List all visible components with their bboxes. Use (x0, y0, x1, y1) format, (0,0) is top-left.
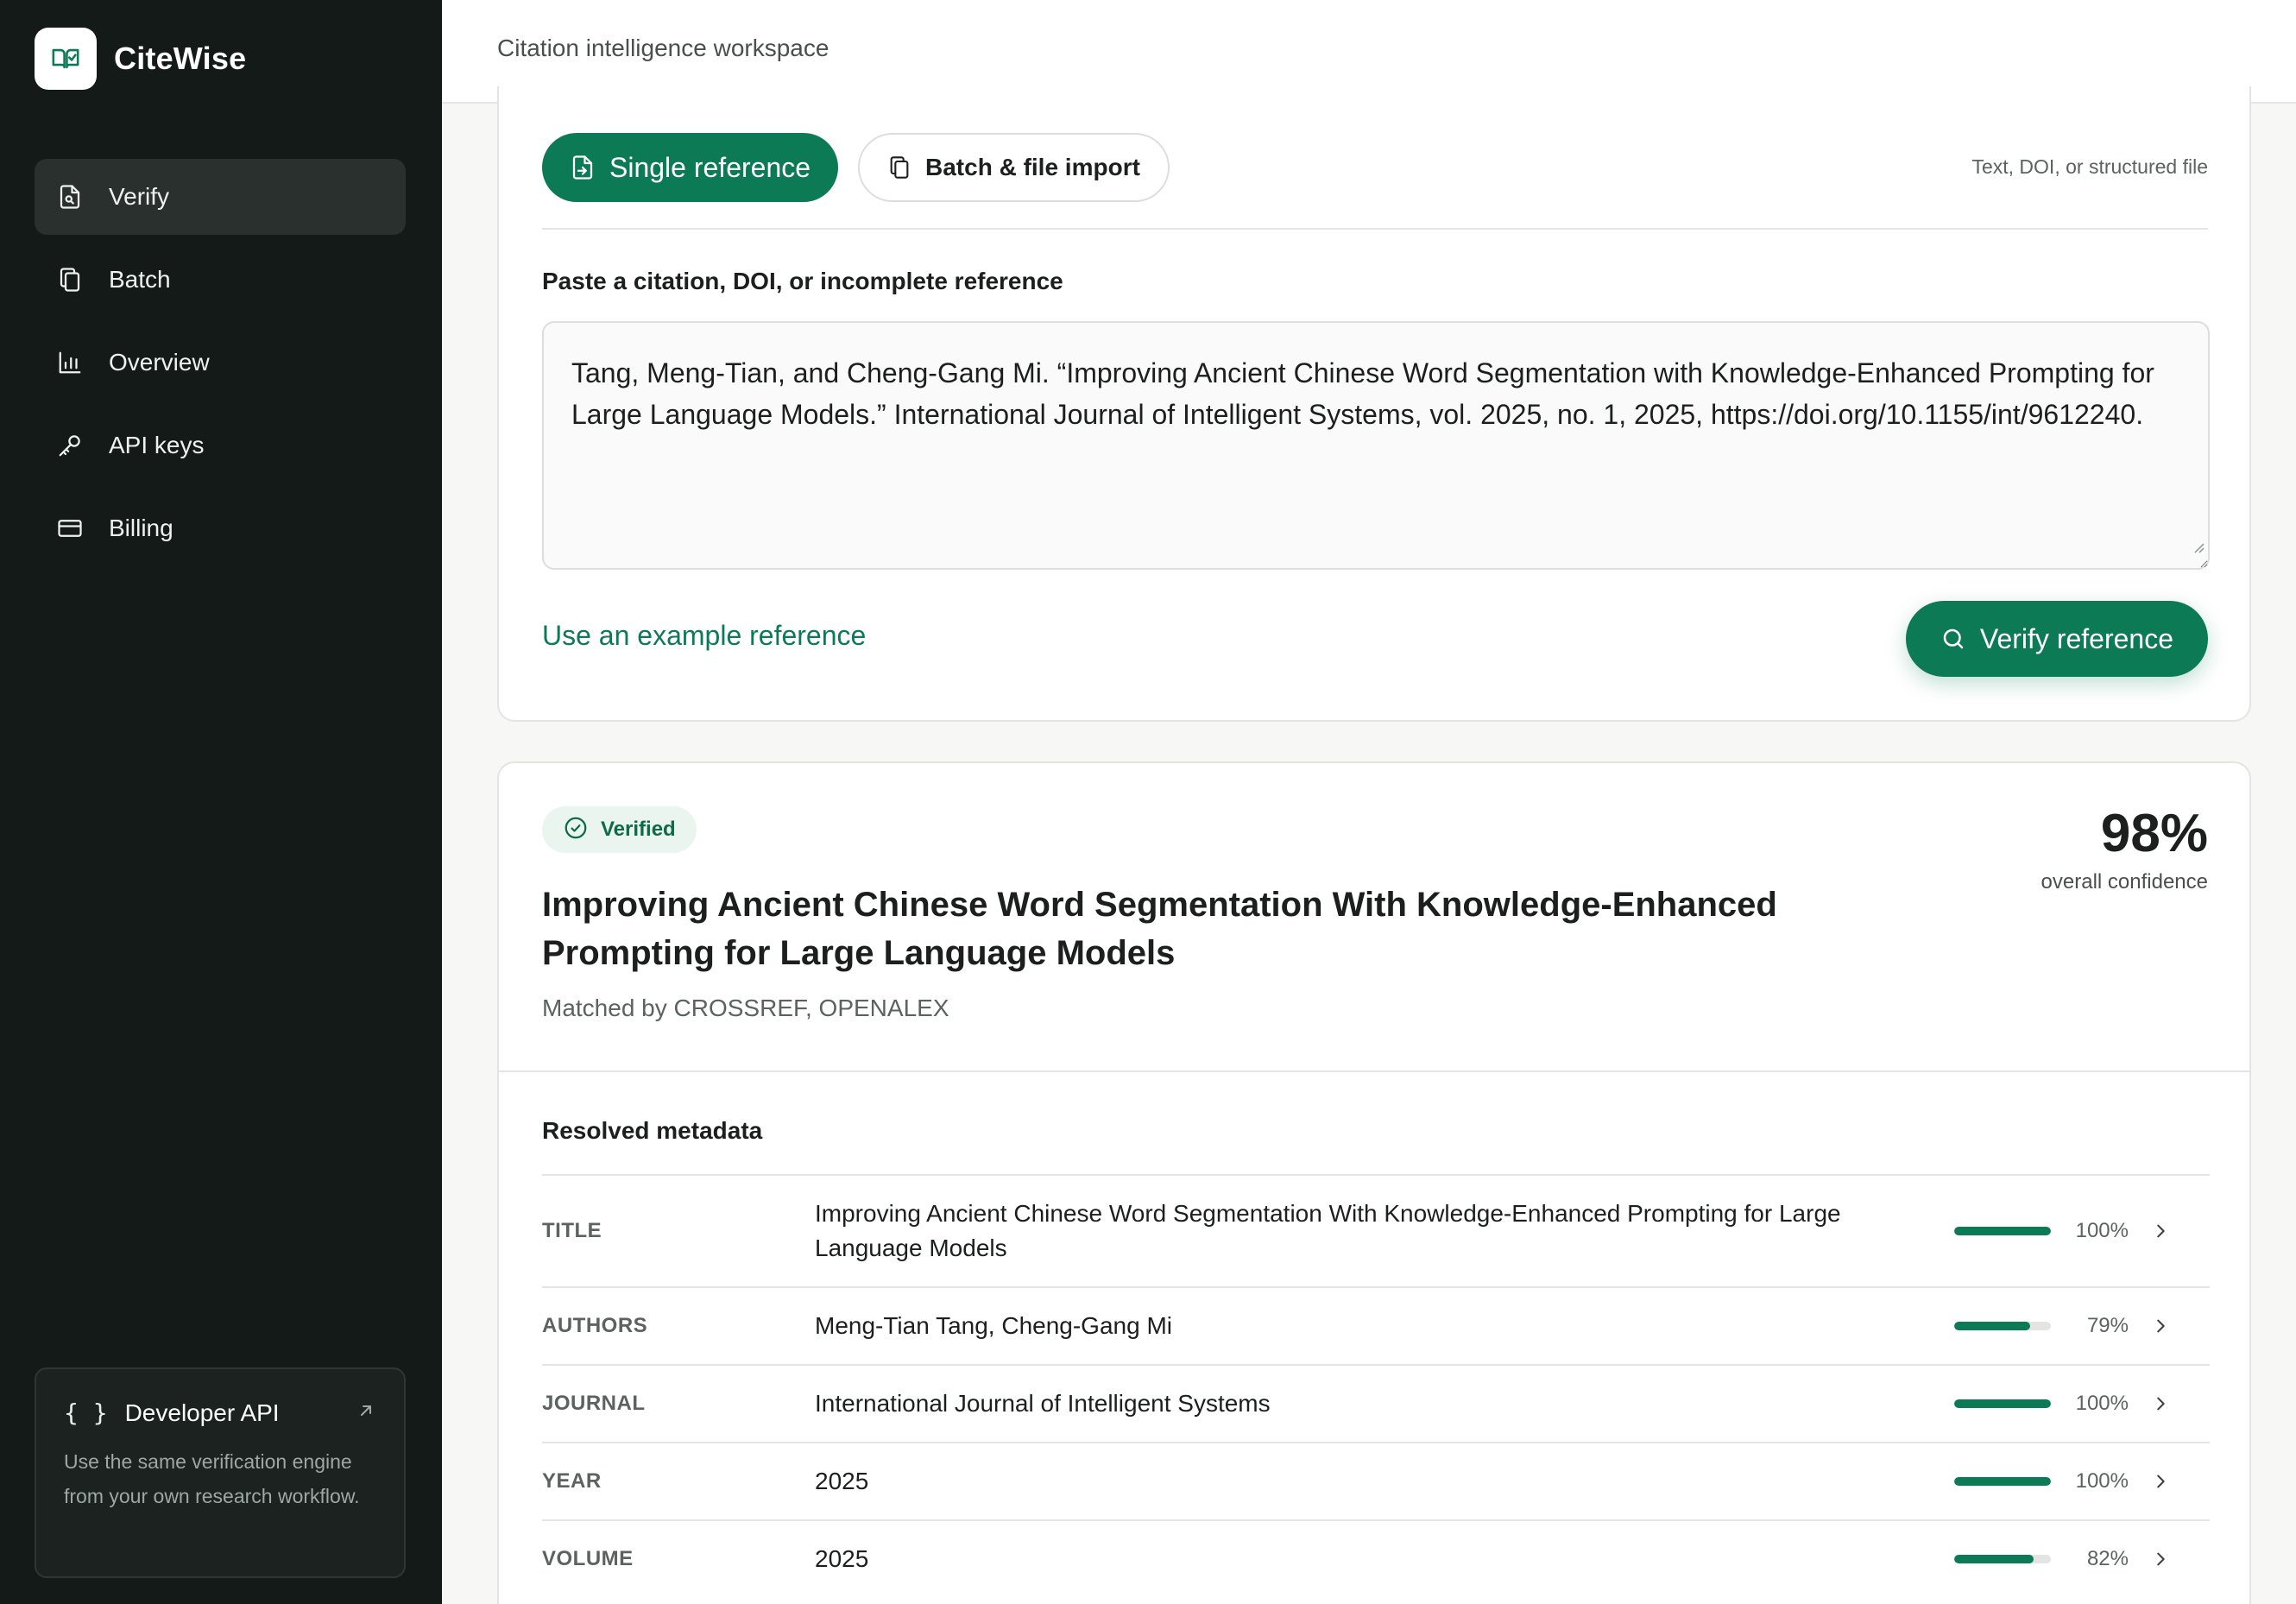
metadata-value: 2025 (815, 1468, 869, 1494)
metadata-key: JOURNAL (542, 1392, 646, 1415)
sidebar-item-label: Billing (109, 515, 173, 541)
app-name: CiteWise (114, 41, 247, 76)
confidence-bar-fill (1954, 1555, 2034, 1563)
developer-api-card[interactable]: { } Developer API Use the same verificat… (35, 1367, 406, 1578)
verify-reference-button[interactable]: Verify reference (1905, 601, 2208, 677)
citation-text: Tang, Meng-Tian, and Cheng-Gang Mi. “Imp… (571, 357, 2154, 430)
confidence-bar-fill (1954, 1322, 2031, 1330)
tab-label: Single reference (609, 151, 811, 183)
metadata-key: VOLUME (542, 1547, 634, 1570)
metadata-key: AUTHORS (542, 1314, 648, 1337)
confidence-percent: 82% (2086, 1547, 2129, 1570)
sidebar-item-verify[interactable]: Verify (35, 159, 406, 235)
braces-icon: { } (64, 1399, 108, 1427)
metadata-row-year[interactable]: YEAR 2025 100% (542, 1442, 2210, 1519)
confidence-bar-fill (1954, 1399, 2051, 1408)
developer-api-header: { } Developer API (64, 1399, 376, 1427)
chevron-right-icon[interactable] (2151, 1472, 2170, 1491)
sidebar-item-label: Batch (109, 266, 171, 293)
confidence-bar (1954, 1227, 2051, 1235)
metadata-row-journal[interactable]: JOURNAL International Journal of Intelli… (542, 1364, 2210, 1442)
confidence-percent: 100% (2075, 1392, 2129, 1415)
external-arrow-icon[interactable] (356, 1400, 376, 1425)
use-example-link[interactable]: Use an example reference (542, 620, 866, 652)
metadata-value: 2025 (815, 1545, 869, 1572)
divider (542, 228, 2208, 230)
sidebar-item-billing[interactable]: Billing (35, 490, 406, 566)
page-title: Citation intelligence workspace (497, 35, 829, 61)
copy-documents-icon (887, 155, 911, 180)
matched-title: Improving Ancient Chinese Word Segmentat… (542, 886, 1777, 972)
tab-single-reference[interactable]: Single reference (542, 133, 839, 202)
matched-sources: Matched by CROSSREF, OPENALEX (542, 995, 949, 1021)
confidence-bar (1954, 1399, 2051, 1408)
check-circle-icon (563, 815, 589, 845)
sidebar-nav: Verify Batch Overview API keys Billing (35, 159, 406, 573)
chevron-right-icon[interactable] (2151, 1317, 2170, 1336)
metadata-heading: Resolved metadata (542, 1117, 763, 1144)
search-icon (1940, 626, 1966, 652)
key-icon (55, 431, 85, 460)
sidebar-item-overview[interactable]: Overview (35, 325, 406, 401)
status-text: Verified (601, 818, 676, 841)
sidebar-item-api-keys[interactable]: API keys (35, 407, 406, 483)
resize-handle-icon[interactable] (2191, 523, 2205, 565)
input-hint: Text, DOI, or structured file (1971, 155, 2208, 178)
chevron-right-icon[interactable] (2151, 1550, 2170, 1569)
sidebar: CiteWise Verify Batch Overview API keys … (0, 0, 442, 1604)
confidence-bar-fill (1954, 1477, 2051, 1486)
divider (499, 1070, 2249, 1072)
copy-documents-icon (55, 265, 85, 294)
credit-card-icon (55, 514, 85, 543)
confidence-percent: 100% (2075, 1219, 2129, 1242)
metadata-row-volume[interactable]: VOLUME 2025 82% (542, 1519, 2210, 1597)
tab-label: Batch & file import (925, 154, 1140, 180)
reference-input-card: Single reference Batch & file import Tex… (497, 86, 2251, 722)
metadata-key: TITLE (542, 1219, 602, 1242)
developer-api-description: Use the same verification engine from yo… (64, 1450, 360, 1507)
verify-button-label: Verify reference (1979, 622, 2173, 654)
confidence-bar (1954, 1555, 2051, 1563)
document-arrow-icon (570, 155, 596, 180)
confidence-bar-fill (1954, 1227, 2051, 1235)
metadata-row-title[interactable]: TITLE Improving Ancient Chinese Word Seg… (542, 1174, 2210, 1286)
open-book-check-icon (35, 28, 97, 90)
metadata-value: Improving Ancient Chinese Word Segmentat… (815, 1200, 1841, 1261)
chevron-right-icon[interactable] (2151, 1394, 2170, 1413)
bar-chart-icon (55, 348, 85, 377)
status-badge: Verified (542, 806, 697, 853)
tab-batch-file-import[interactable]: Batch & file import (858, 133, 1170, 202)
metadata-row-authors[interactable]: AUTHORS Meng-Tian Tang, Cheng-Gang Mi 79… (542, 1286, 2210, 1364)
overall-confidence-value: 98% (2100, 804, 2208, 863)
developer-api-title: Developer API (124, 1399, 280, 1426)
citation-textarea[interactable]: Tang, Meng-Tian, and Cheng-Gang Mi. “Imp… (542, 321, 2210, 570)
metadata-key: YEAR (542, 1469, 602, 1493)
overall-confidence-label: overall confidence (2041, 870, 2208, 894)
confidence-percent: 100% (2075, 1469, 2129, 1493)
sidebar-item-label: Overview (109, 349, 210, 376)
document-check-icon (55, 182, 85, 212)
metadata-value: Meng-Tian Tang, Cheng-Gang Mi (815, 1312, 1172, 1339)
metadata-table: TITLE Improving Ancient Chinese Word Seg… (542, 1174, 2210, 1597)
confidence-bar (1954, 1322, 2051, 1330)
brand[interactable]: CiteWise (35, 28, 246, 90)
sidebar-item-label: API keys (109, 432, 205, 458)
chevron-right-icon[interactable] (2151, 1222, 2170, 1241)
confidence-percent: 79% (2086, 1314, 2129, 1337)
sidebar-item-batch[interactable]: Batch (35, 242, 406, 318)
metadata-value: International Journal of Intelligent Sys… (815, 1390, 1271, 1417)
citation-field-label: Paste a citation, DOI, or incomplete ref… (542, 268, 1063, 294)
sidebar-item-label: Verify (109, 183, 170, 210)
confidence-bar (1954, 1477, 2051, 1486)
verification-result-card: Verified 98% overall confidence Improvin… (497, 761, 2251, 1604)
